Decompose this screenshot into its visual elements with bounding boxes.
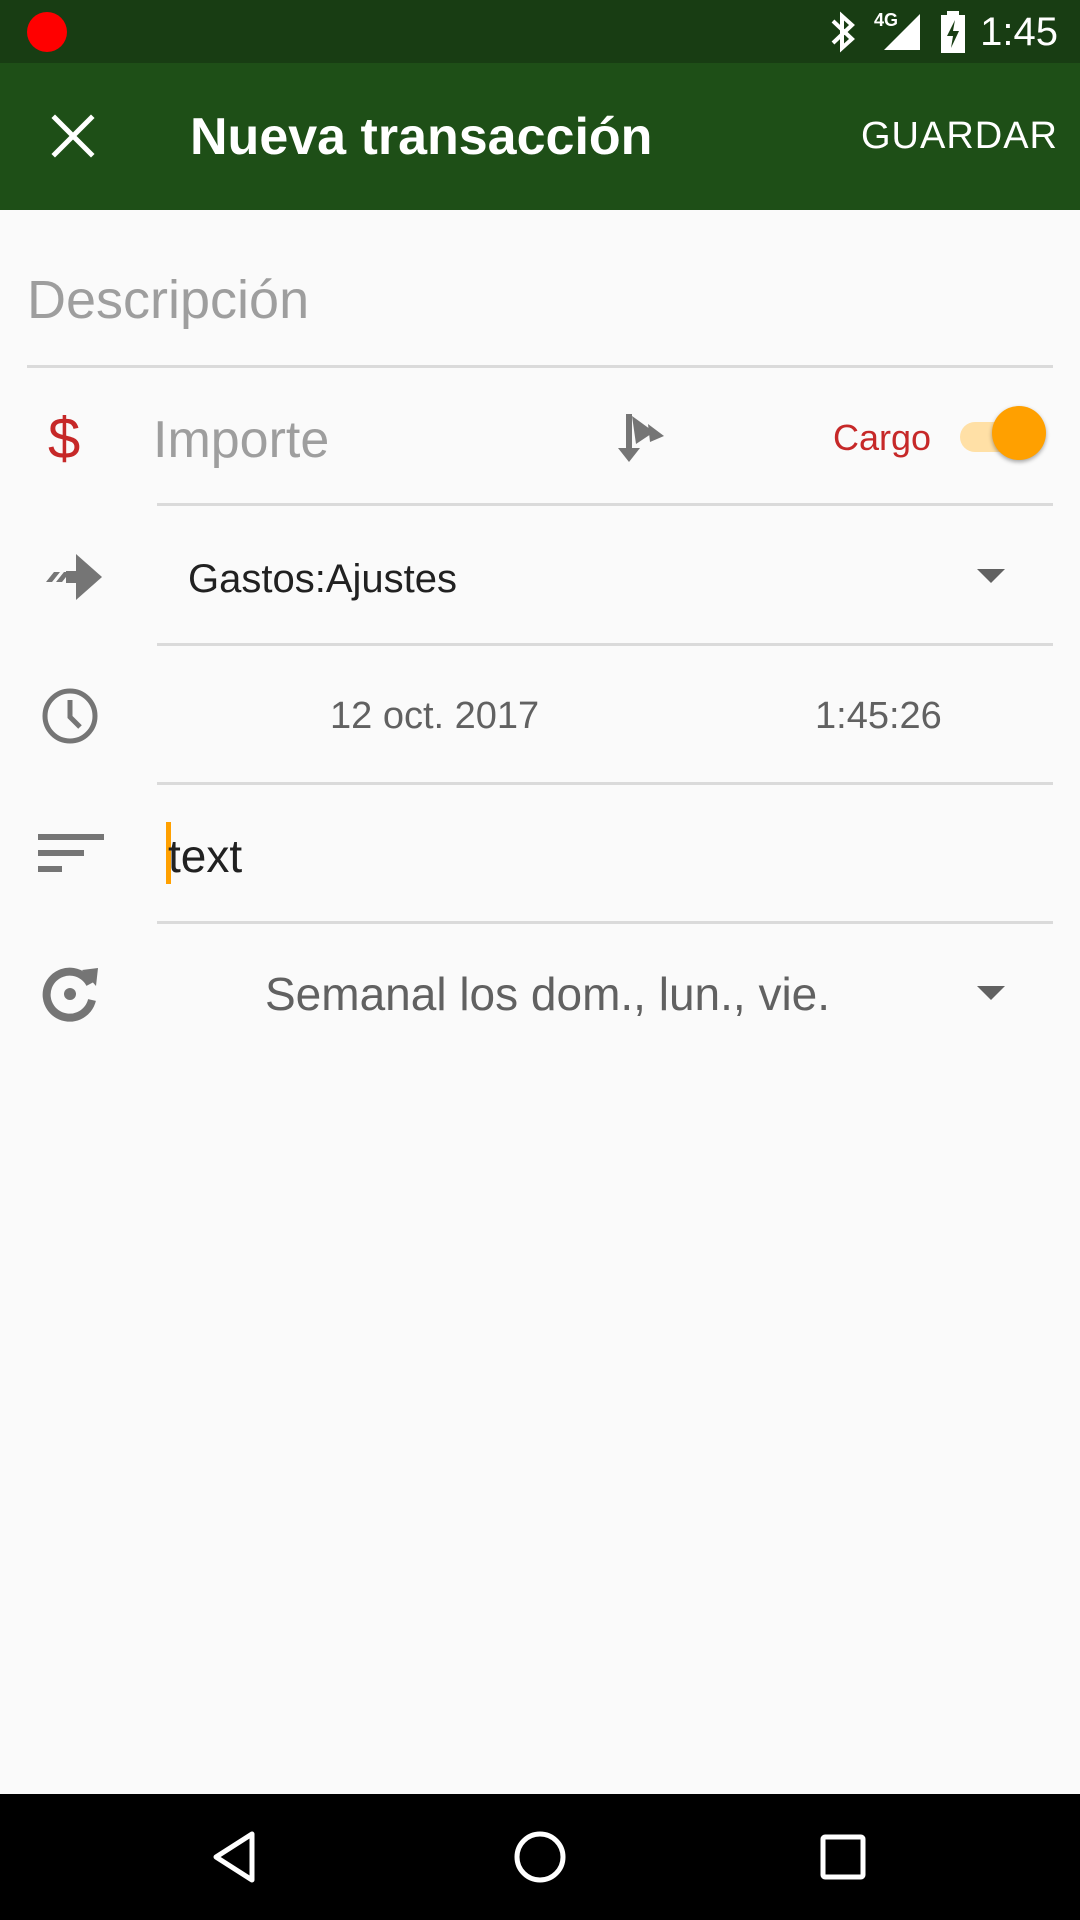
clock: 1:45 [980,10,1058,54]
transfer-account-spinner[interactable]: Gastos:Ajustes [188,555,457,603]
currency-symbol: $ [48,406,81,471]
time-field[interactable]: 1:45:26 [815,693,942,739]
save-button[interactable]: GUARDAR [861,113,1058,159]
transaction-type-label: Cargo [833,417,932,458]
date-field[interactable]: 12 oct. 2017 [330,693,539,739]
transfer-arrow-icon [46,554,102,600]
amount-underline [157,503,1053,506]
home-icon[interactable] [505,1822,575,1892]
status-bar: 4G 1:45 [0,0,1080,63]
toggle-thumb [992,406,1046,460]
description-input[interactable]: Descripción [27,260,1057,340]
datetime-underline [157,782,1053,785]
page-title: Nueva transacción [190,108,653,166]
account-underline [157,643,1053,646]
recurrence-spinner[interactable]: Semanal los dom., lun., vie. [265,966,830,1022]
battery-charging-icon [941,11,965,53]
split-transaction-icon[interactable] [612,408,672,468]
transaction-type-toggle[interactable] [960,406,1046,460]
notes-input[interactable]: text [168,828,242,884]
signal-icon [884,14,920,50]
close-icon[interactable] [44,107,102,165]
recurrence-icon [42,967,98,1022]
recents-icon[interactable] [808,1822,878,1892]
recording-dot-icon [27,12,67,52]
amount-input[interactable]: Importe [153,405,329,475]
navigation-bar [0,1794,1080,1920]
bluetooth-icon [831,11,855,53]
clock-icon [42,688,98,744]
back-icon[interactable] [200,1822,270,1892]
notes-icon [38,834,104,872]
chevron-down-icon[interactable] [977,569,1005,583]
app-toolbar: Nueva transacción GUARDAR [0,63,1080,210]
description-underline [27,365,1053,368]
notes-underline [157,921,1053,924]
chevron-down-icon[interactable] [977,986,1005,1000]
